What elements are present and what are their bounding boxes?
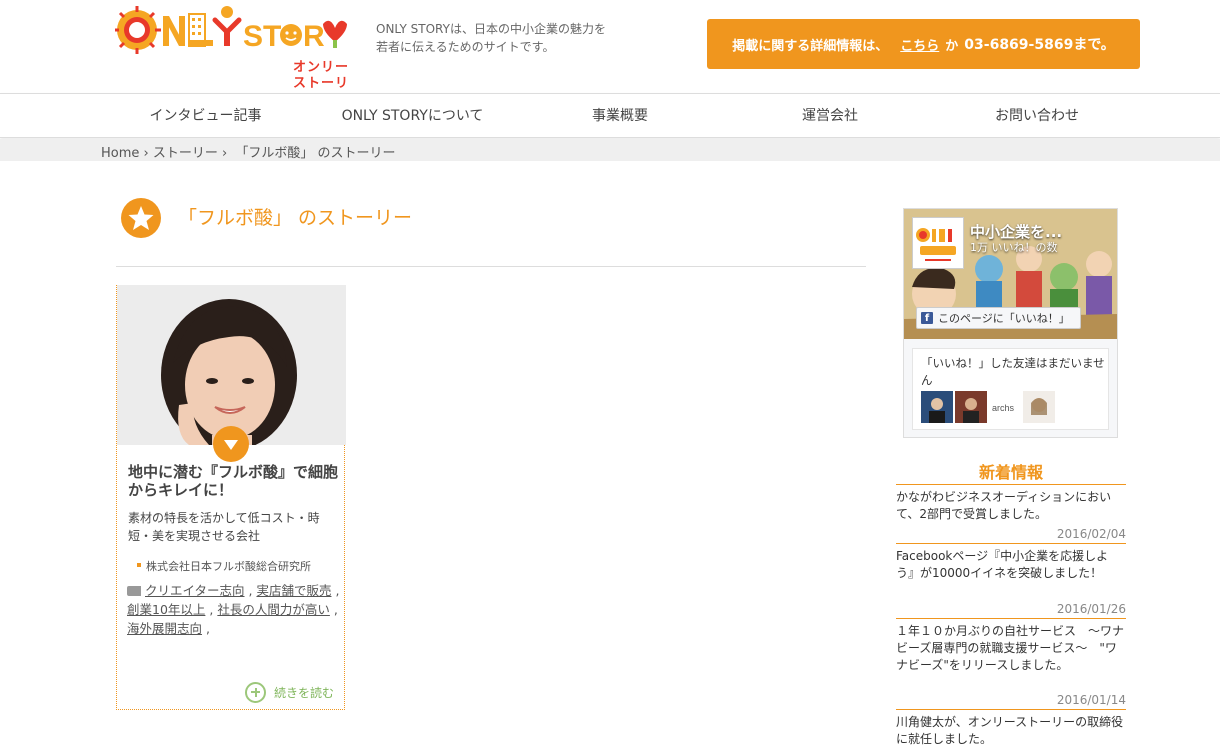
news-item-date: 2016/01/14 xyxy=(1056,693,1126,707)
cta-middle: か xyxy=(945,38,959,54)
read-more-label: 続きを読む xyxy=(274,685,335,700)
facebook-like-count: 1万 いいね！の数 xyxy=(970,241,1058,254)
story-company: 株式会社日本フルボ酸総合研究所 xyxy=(137,560,311,573)
news-divider xyxy=(896,484,1126,485)
news-item-text[interactable]: 川角健太が、オンリーストーリーの取締役に就任しました。 xyxy=(896,714,1126,748)
breadcrumb-home[interactable]: Home xyxy=(101,146,139,161)
svg-text:ST: ST xyxy=(243,20,281,53)
main-nav: インタビュー記事 ONLY STORYについて 事業概要 運営会社 お問い合わせ xyxy=(0,93,1220,138)
tag-link[interactable]: 社長の人間力が高い xyxy=(217,602,330,617)
story-description: 素材の特長を活かして低コスト・時短・美を実現させる会社 xyxy=(128,511,320,543)
cta-prefix: 掲載に関する詳細情報は、 xyxy=(732,38,889,54)
fan-avatar[interactable] xyxy=(921,391,953,423)
plus-circle-icon xyxy=(245,681,266,703)
cta-phone[interactable]: 03-6869-5869まで。 xyxy=(964,34,1114,54)
nav-item-about[interactable]: ONLY STORYについて xyxy=(310,94,515,138)
tag-link[interactable]: 海外展開志向 xyxy=(127,621,202,636)
nav-item-contact[interactable]: お問い合わせ xyxy=(957,94,1117,138)
news-item-text[interactable]: Facebookページ『中小企業を応援しよう』が10000イイネを突破しました！ xyxy=(896,548,1126,582)
page-title: 「フルボ酸」 のストーリー xyxy=(178,207,413,229)
breadcrumb-separator: › xyxy=(143,146,149,161)
fan-avatar[interactable]: archs xyxy=(989,391,1021,423)
nav-item-interviews[interactable]: インタビュー記事 xyxy=(118,94,293,138)
news-item-text[interactable]: かながわビジネスオーディションにおいて、2部門で受賞しました。 xyxy=(896,489,1126,523)
site-header: ST R オンリーストーリー ONLY STORYは、日本の中小企業の魅力を 若… xyxy=(0,0,1220,110)
tag-separator: , xyxy=(333,602,338,617)
tag-link[interactable]: 創業10年以上 xyxy=(127,602,205,617)
story-photo[interactable] xyxy=(117,285,346,445)
tag-separator: , xyxy=(248,583,253,598)
news-item-text[interactable]: １年１０か月ぶりの自社サービス 〜ワナビーズ層専門の就職支援サービス〜 "ワナビ… xyxy=(896,623,1126,674)
breadcrumb-separator: › xyxy=(222,146,228,161)
tagline-line-2: 若者に伝えるためのサイトです。 xyxy=(376,40,555,54)
star-icon xyxy=(121,198,161,238)
svg-text:R: R xyxy=(303,20,325,53)
nav-item-business[interactable]: 事業概要 xyxy=(540,94,700,138)
facebook-icon: f xyxy=(921,312,933,324)
news-divider xyxy=(896,543,1126,544)
story-card[interactable]: 地中に潜む『フルボ酸』で細胞からキレイに！ 素材の特長を活かして低コスト・時短・… xyxy=(116,285,346,710)
listing-info-banner: 掲載に関する詳細情報は、 こちら か 03-6869-5869まで。 xyxy=(707,19,1140,69)
breadcrumb: Home › ストーリー › 「フルボ酸」 のストーリー xyxy=(101,142,396,161)
news-item-date: 2016/02/04 xyxy=(1056,527,1126,541)
tag-icon xyxy=(127,586,141,596)
story-heading[interactable]: 地中に潜む『フルボ酸』で細胞からキレイに！ xyxy=(128,463,338,499)
facebook-page-thumbnail[interactable] xyxy=(912,217,964,269)
title-divider xyxy=(116,266,866,267)
facebook-friends-text: 「いいね！」した友達はまだいません xyxy=(921,356,1105,387)
fan-avatar-label: archs xyxy=(992,403,1015,413)
chevron-down-icon xyxy=(213,426,249,462)
facebook-like-button[interactable]: f このページに「いいね！」 xyxy=(916,307,1081,329)
breadcrumb-stories[interactable]: ストーリー xyxy=(153,146,218,161)
story-tags: クリエイター志向 , 実店舗で販売 , 創業10年以上 , 社長の人間力が高い … xyxy=(127,581,341,638)
facebook-page-widget: 中小企業を... 1万 いいね！の数 f このページに「いいね！」 「いいね！」… xyxy=(903,208,1118,438)
fan-avatar[interactable] xyxy=(955,391,987,423)
site-logo[interactable]: ST R オンリーストーリー xyxy=(113,4,350,110)
tag-separator: , xyxy=(335,583,340,598)
facebook-friends-box: 「いいね！」した友達はまだいません archs xyxy=(912,348,1109,430)
news-divider xyxy=(896,709,1126,710)
tagline-line-1: ONLY STORYは、日本の中小企業の魅力を xyxy=(376,22,606,36)
facebook-fan-avatars: archs xyxy=(921,391,1055,423)
facebook-cover-image[interactable]: 中小企業を... 1万 いいね！の数 f このページに「いいね！」 xyxy=(904,209,1117,339)
nav-item-company[interactable]: 運営会社 xyxy=(750,94,910,138)
breadcrumb-current: 「フルボ酸」 のストーリー xyxy=(235,146,396,161)
tag-separator: , xyxy=(209,602,214,617)
fan-avatar[interactable] xyxy=(1023,391,1055,423)
tag-link[interactable]: 実店舗で販売 xyxy=(256,583,331,598)
like-button-label: このページに「いいね！」 xyxy=(938,312,1070,325)
news-item-date: 2016/01/26 xyxy=(1056,602,1126,616)
tag-separator: , xyxy=(206,621,210,636)
site-tagline: ONLY STORYは、日本の中小企業の魅力を 若者に伝えるためのサイトです。 xyxy=(376,20,606,56)
news-divider xyxy=(896,618,1126,619)
news-section-title: 新着情報 xyxy=(978,463,1043,482)
breadcrumb-bar: Home › ストーリー › 「フルボ酸」 のストーリー xyxy=(0,139,1220,161)
tag-link[interactable]: クリエイター志向 xyxy=(145,583,245,598)
cta-link[interactable]: こちら xyxy=(900,35,939,54)
read-more-button[interactable]: 続きを読む xyxy=(245,681,334,703)
